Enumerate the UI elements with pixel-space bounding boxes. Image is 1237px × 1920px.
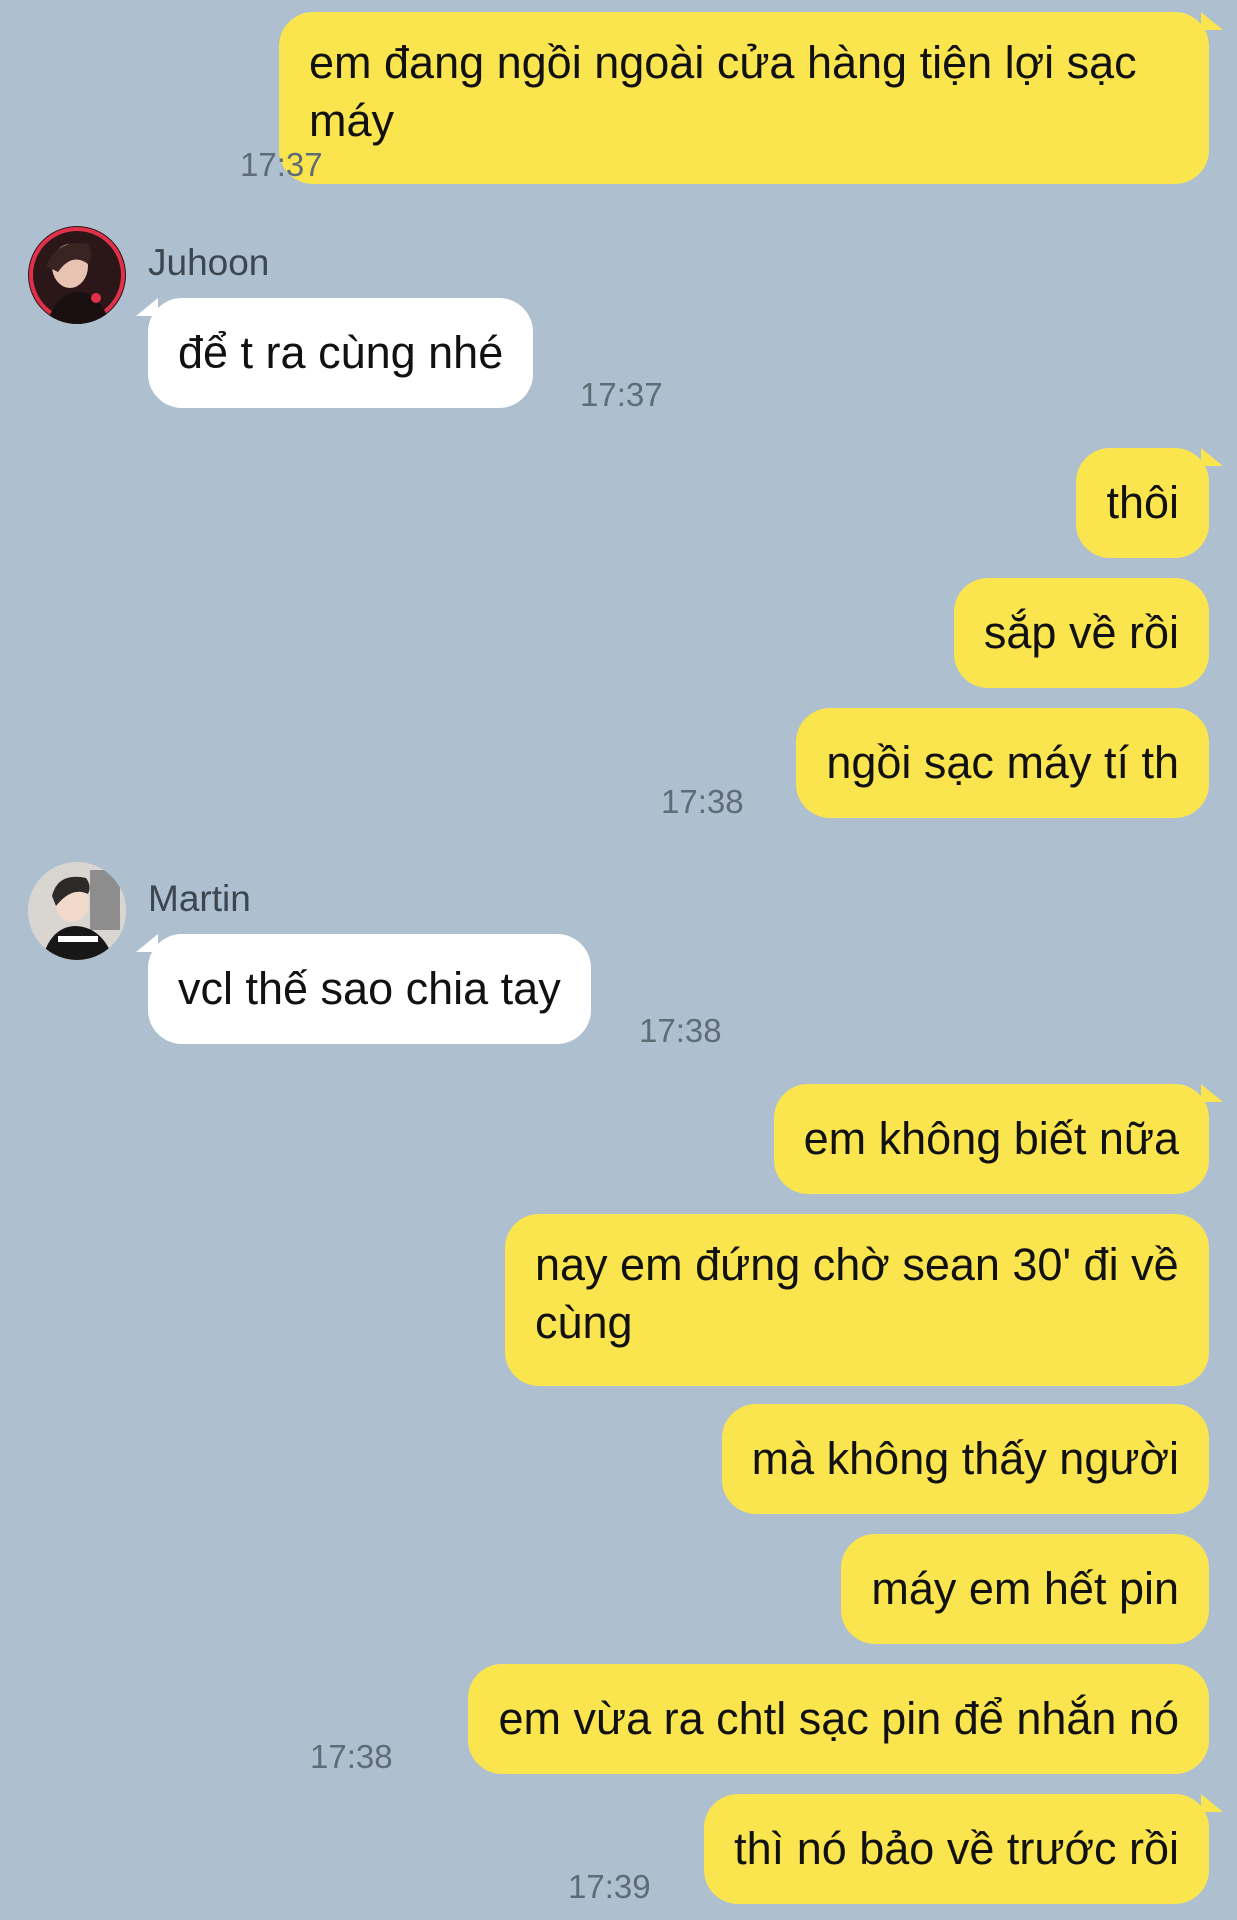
message-text: sắp về rồi — [983, 607, 1179, 658]
sender-name: Juhoon — [148, 242, 270, 283]
message-bubble-outgoing[interactable]: em đang ngồi ngoài cửa hàng tiện lợi sạc… — [279, 12, 1209, 184]
bubble-tail — [1201, 1084, 1223, 1102]
message-bubble-outgoing[interactable]: em không biết nữa — [773, 1084, 1209, 1194]
sender-name: Martin — [148, 878, 251, 919]
message-text: nay em đứng chờ sean 30' đi về cùng — [535, 1239, 1179, 1348]
chat-thread: em đang ngồi ngoài cửa hàng tiện lợi sạc… — [0, 0, 1237, 1920]
message-text: máy em hết pin — [871, 1563, 1179, 1614]
avatar-juhoon[interactable] — [28, 226, 126, 324]
message-bubble-outgoing[interactable]: em vừa ra chtl sạc pin để nhắn nó — [468, 1664, 1209, 1774]
message-timestamp: 17:38 — [661, 783, 744, 820]
message-timestamp: 17:37 — [580, 376, 663, 413]
message-bubble-incoming[interactable]: để t ra cùng nhé — [148, 298, 534, 408]
message-text: vcl thế sao chia tay — [178, 963, 561, 1014]
message-text: em không biết nữa — [803, 1113, 1179, 1164]
bubble-tail — [1201, 1794, 1223, 1812]
message-bubble-outgoing[interactable]: thôi — [1076, 448, 1209, 558]
message-bubble-outgoing[interactable]: nay em đứng chờ sean 30' đi về cùng — [505, 1214, 1209, 1386]
message-text: để t ra cùng nhé — [178, 327, 504, 378]
message-bubble-outgoing[interactable]: sắp về rồi — [953, 578, 1209, 688]
message-text: ngồi sạc máy tí th — [826, 737, 1179, 788]
avatar-martin[interactable] — [28, 862, 126, 960]
message-bubble-outgoing[interactable]: thì nó bảo về trước rồi — [704, 1794, 1209, 1904]
message-timestamp: 17:37 — [240, 146, 323, 183]
message-bubble-incoming[interactable]: vcl thế sao chia tay — [148, 934, 591, 1044]
avatar-photo-icon — [28, 862, 126, 960]
message-timestamp: 17:38 — [639, 1012, 722, 1049]
message-text: mà không thấy người — [751, 1433, 1179, 1484]
message-timestamp: 17:39 — [568, 1868, 651, 1905]
bubble-tail — [1201, 448, 1223, 466]
message-timestamp: 17:38 — [310, 1738, 393, 1775]
message-text: em đang ngồi ngoài cửa hàng tiện lợi sạc… — [309, 37, 1137, 146]
message-text: thôi — [1106, 477, 1179, 528]
bubble-tail — [1201, 12, 1223, 30]
message-text: thì nó bảo về trước rồi — [734, 1823, 1179, 1874]
avatar-photo-icon — [28, 226, 126, 324]
message-bubble-outgoing[interactable]: mà không thấy người — [721, 1404, 1209, 1514]
message-bubble-outgoing[interactable]: máy em hết pin — [841, 1534, 1209, 1644]
message-text: em vừa ra chtl sạc pin để nhắn nó — [498, 1693, 1179, 1744]
message-bubble-outgoing[interactable]: ngồi sạc máy tí th — [796, 708, 1209, 818]
